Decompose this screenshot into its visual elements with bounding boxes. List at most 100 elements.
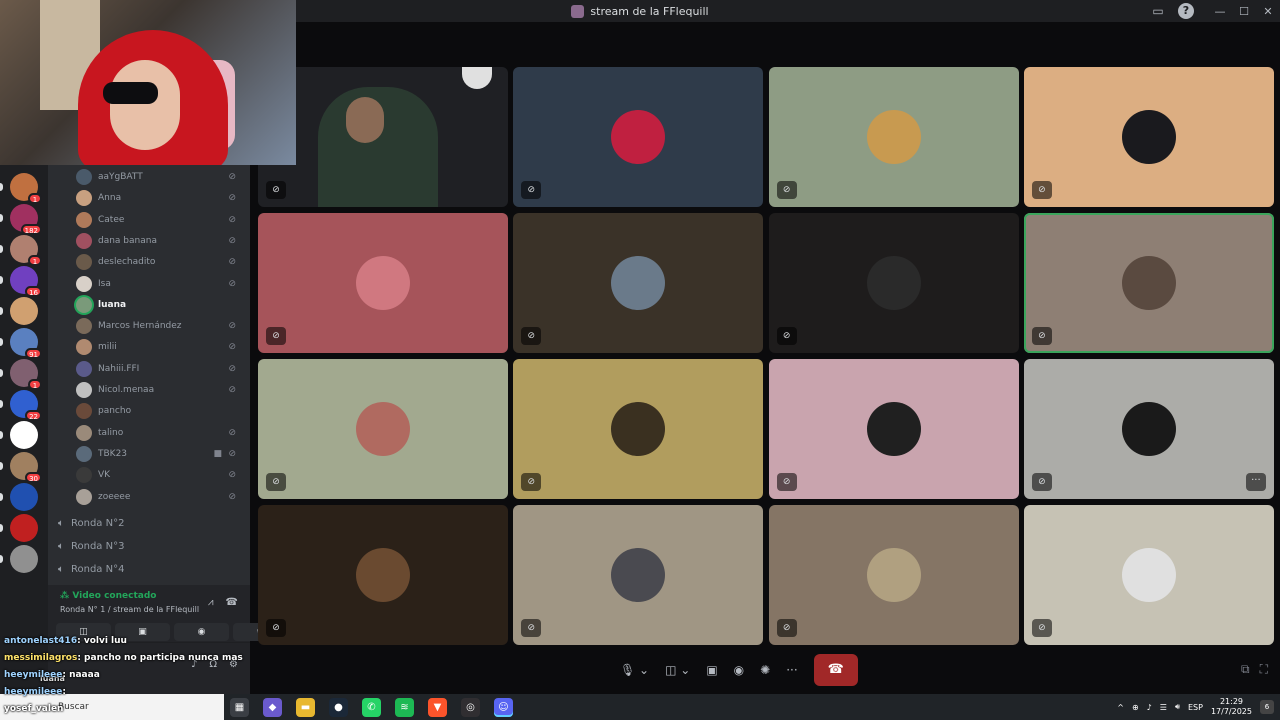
participant-tile[interactable]: ⊘ [513,359,764,499]
minimize-button[interactable]: — [1208,5,1232,18]
discord-icon[interactable]: ☺ [494,697,513,717]
participant-avatar [611,110,666,164]
voice-member[interactable]: dana banana ⊘ [76,231,246,251]
voice-member[interactable]: TBK23 ■ ⊘ [76,444,246,464]
voice-member[interactable]: Nahiii.FFI ⊘ [76,359,246,379]
fullscreen-icon[interactable]: ⛶ [1260,662,1268,677]
server-icon[interactable] [10,297,38,325]
chat-username: heeymileee [4,687,63,697]
voice-channel[interactable]: 🔈︎ Ronda N°3 [58,536,238,556]
pop-out-icon[interactable]: ⧉ [1241,662,1250,677]
tray-overflow-icon[interactable]: ^ [1117,703,1124,712]
server-icon[interactable]: 91 [10,328,42,359]
participant-tile[interactable]: ⊘ [768,213,1019,353]
server-icon[interactable]: 30 [10,452,42,483]
voice-member[interactable]: zoeeee ⊘ [76,487,246,507]
obs-icon[interactable]: ◎ [461,697,480,717]
help-icon[interactable]: ? [1178,3,1194,19]
mention-badge: 1 [28,379,42,390]
unread-pill [0,431,3,439]
file-explorer-icon[interactable]: ▬ [296,697,315,717]
avatar [76,488,92,505]
disconnect-icon[interactable]: ☎ [226,597,238,608]
brave-icon[interactable]: ▼ [428,697,447,717]
participant-tile[interactable]: ⊘ ··· [1023,359,1274,499]
wifi-icon[interactable]: ☰ [1160,703,1167,712]
server-icon[interactable]: 182 [10,204,42,235]
voice-member[interactable]: Isa ⊘ [76,274,246,294]
voice-member[interactable]: deslechadito ⊘ [76,252,246,272]
server-icon[interactable]: 16 [10,266,42,297]
streamer-webcam [0,0,296,165]
server-icon[interactable]: 1 [10,359,42,390]
voice-channel-name: Ronda N°3 [71,540,125,552]
unread-pill [0,307,3,315]
voice-member[interactable]: talino ⊘ [76,423,246,443]
participant-tile[interactable]: ⊘ [513,67,764,207]
participant-tile[interactable]: ⊘ [513,213,764,353]
voice-member[interactable]: aaYgBATT ⊘ [76,167,246,187]
unread-pill [0,245,3,253]
participant-tile[interactable]: ⊘ [258,505,508,645]
participant-avatar [611,402,666,456]
server-icon[interactable]: 22 [10,390,42,421]
whatsapp-icon[interactable]: ✆ [362,697,381,717]
tile-more-options-button[interactable]: ··· [1245,473,1266,491]
activity-button[interactable]: ◉ [174,623,229,641]
participant-tile[interactable]: ⊘ [258,359,508,499]
voice-channel-path: Ronda N° 1 / stream de la FFlequill [60,605,200,614]
steam-icon[interactable]: ● [329,697,348,717]
more-options-icon[interactable]: ··· [786,663,797,677]
mention-badge: 22 [25,410,42,421]
participant-tile[interactable]: ⊘ [768,359,1019,499]
participant-tile[interactable]: ⊘ [513,505,764,645]
voice-member[interactable]: Marcos Hernández ⊘ [76,316,246,336]
voice-member[interactable]: milii ⊘ [76,337,246,357]
voice-channel[interactable]: 🔈︎ Ronda N°4 [58,559,238,579]
server-icon[interactable] [10,514,38,542]
camera-toggle-icon[interactable]: ◫ ⌄ [665,663,690,677]
network-icon[interactable]: ⊕ [1132,703,1139,712]
mic-tray-icon[interactable]: ♪ [1147,703,1152,712]
maximize-button[interactable]: ☐ [1232,5,1256,18]
server-icon[interactable]: 1 [10,235,42,266]
participant-tile[interactable]: ⊘ [1023,213,1274,353]
server-icon[interactable] [10,483,38,511]
participant-tile[interactable]: ⊘ [768,67,1019,207]
server-icon[interactable] [10,545,38,573]
activity-icon[interactable]: ◉ [734,663,744,677]
copilot-icon[interactable]: ◆ [263,697,282,717]
voice-member[interactable]: Anna ⊘ [76,188,246,208]
spotify-icon[interactable]: ≋ [395,697,414,717]
volume-icon[interactable]: 🔊︎ [1175,702,1180,712]
muted-mic-icon: ⊘ [521,473,542,491]
voice-member[interactable]: luana [76,295,246,315]
close-button[interactable]: ✕ [1256,5,1280,18]
unread-pill [0,555,3,563]
task-view-icon[interactable]: ▦ [230,697,249,717]
muted-mic-icon: ⊘ [521,619,542,637]
soundboard-icon[interactable]: ✺ [760,663,770,677]
hang-up-button[interactable]: ☎ [813,654,858,686]
language-indicator[interactable]: ESP [1188,703,1203,712]
voice-channel[interactable]: 🔈︎ Ronda N°2 [58,513,238,533]
clock[interactable]: 21:29 17/7/2025 [1211,697,1252,717]
voice-member[interactable]: Nicol.menaa ⊘ [76,380,246,400]
voice-member[interactable]: VK ⊘ [76,465,246,485]
server-icon[interactable]: 1 [10,173,42,204]
participant-tile[interactable]: ⊘ [1023,67,1274,207]
notification-center-icon[interactable]: 6 [1260,700,1274,714]
voice-member[interactable]: Catee ⊘ [76,210,246,230]
sunglasses [103,82,158,104]
muted-mic-icon: ⊘ [228,321,236,332]
participant-tile[interactable]: ⊘ [1023,505,1274,645]
inbox-icon[interactable]: ▭ [1150,3,1166,19]
voice-member[interactable]: pancho [76,401,246,421]
microphone-toggle-icon[interactable]: 🎙︎ ⌄ [620,663,649,677]
participant-tile[interactable]: ⊘ [258,213,508,353]
server-icon[interactable] [10,421,38,449]
screen-share-icon[interactable]: ▣ [706,663,717,677]
noise-suppression-icon[interactable]: ⩘ [208,597,214,608]
muted-mic-icon: ⊘ [266,327,286,345]
participant-tile[interactable]: ⊘ [768,505,1019,645]
